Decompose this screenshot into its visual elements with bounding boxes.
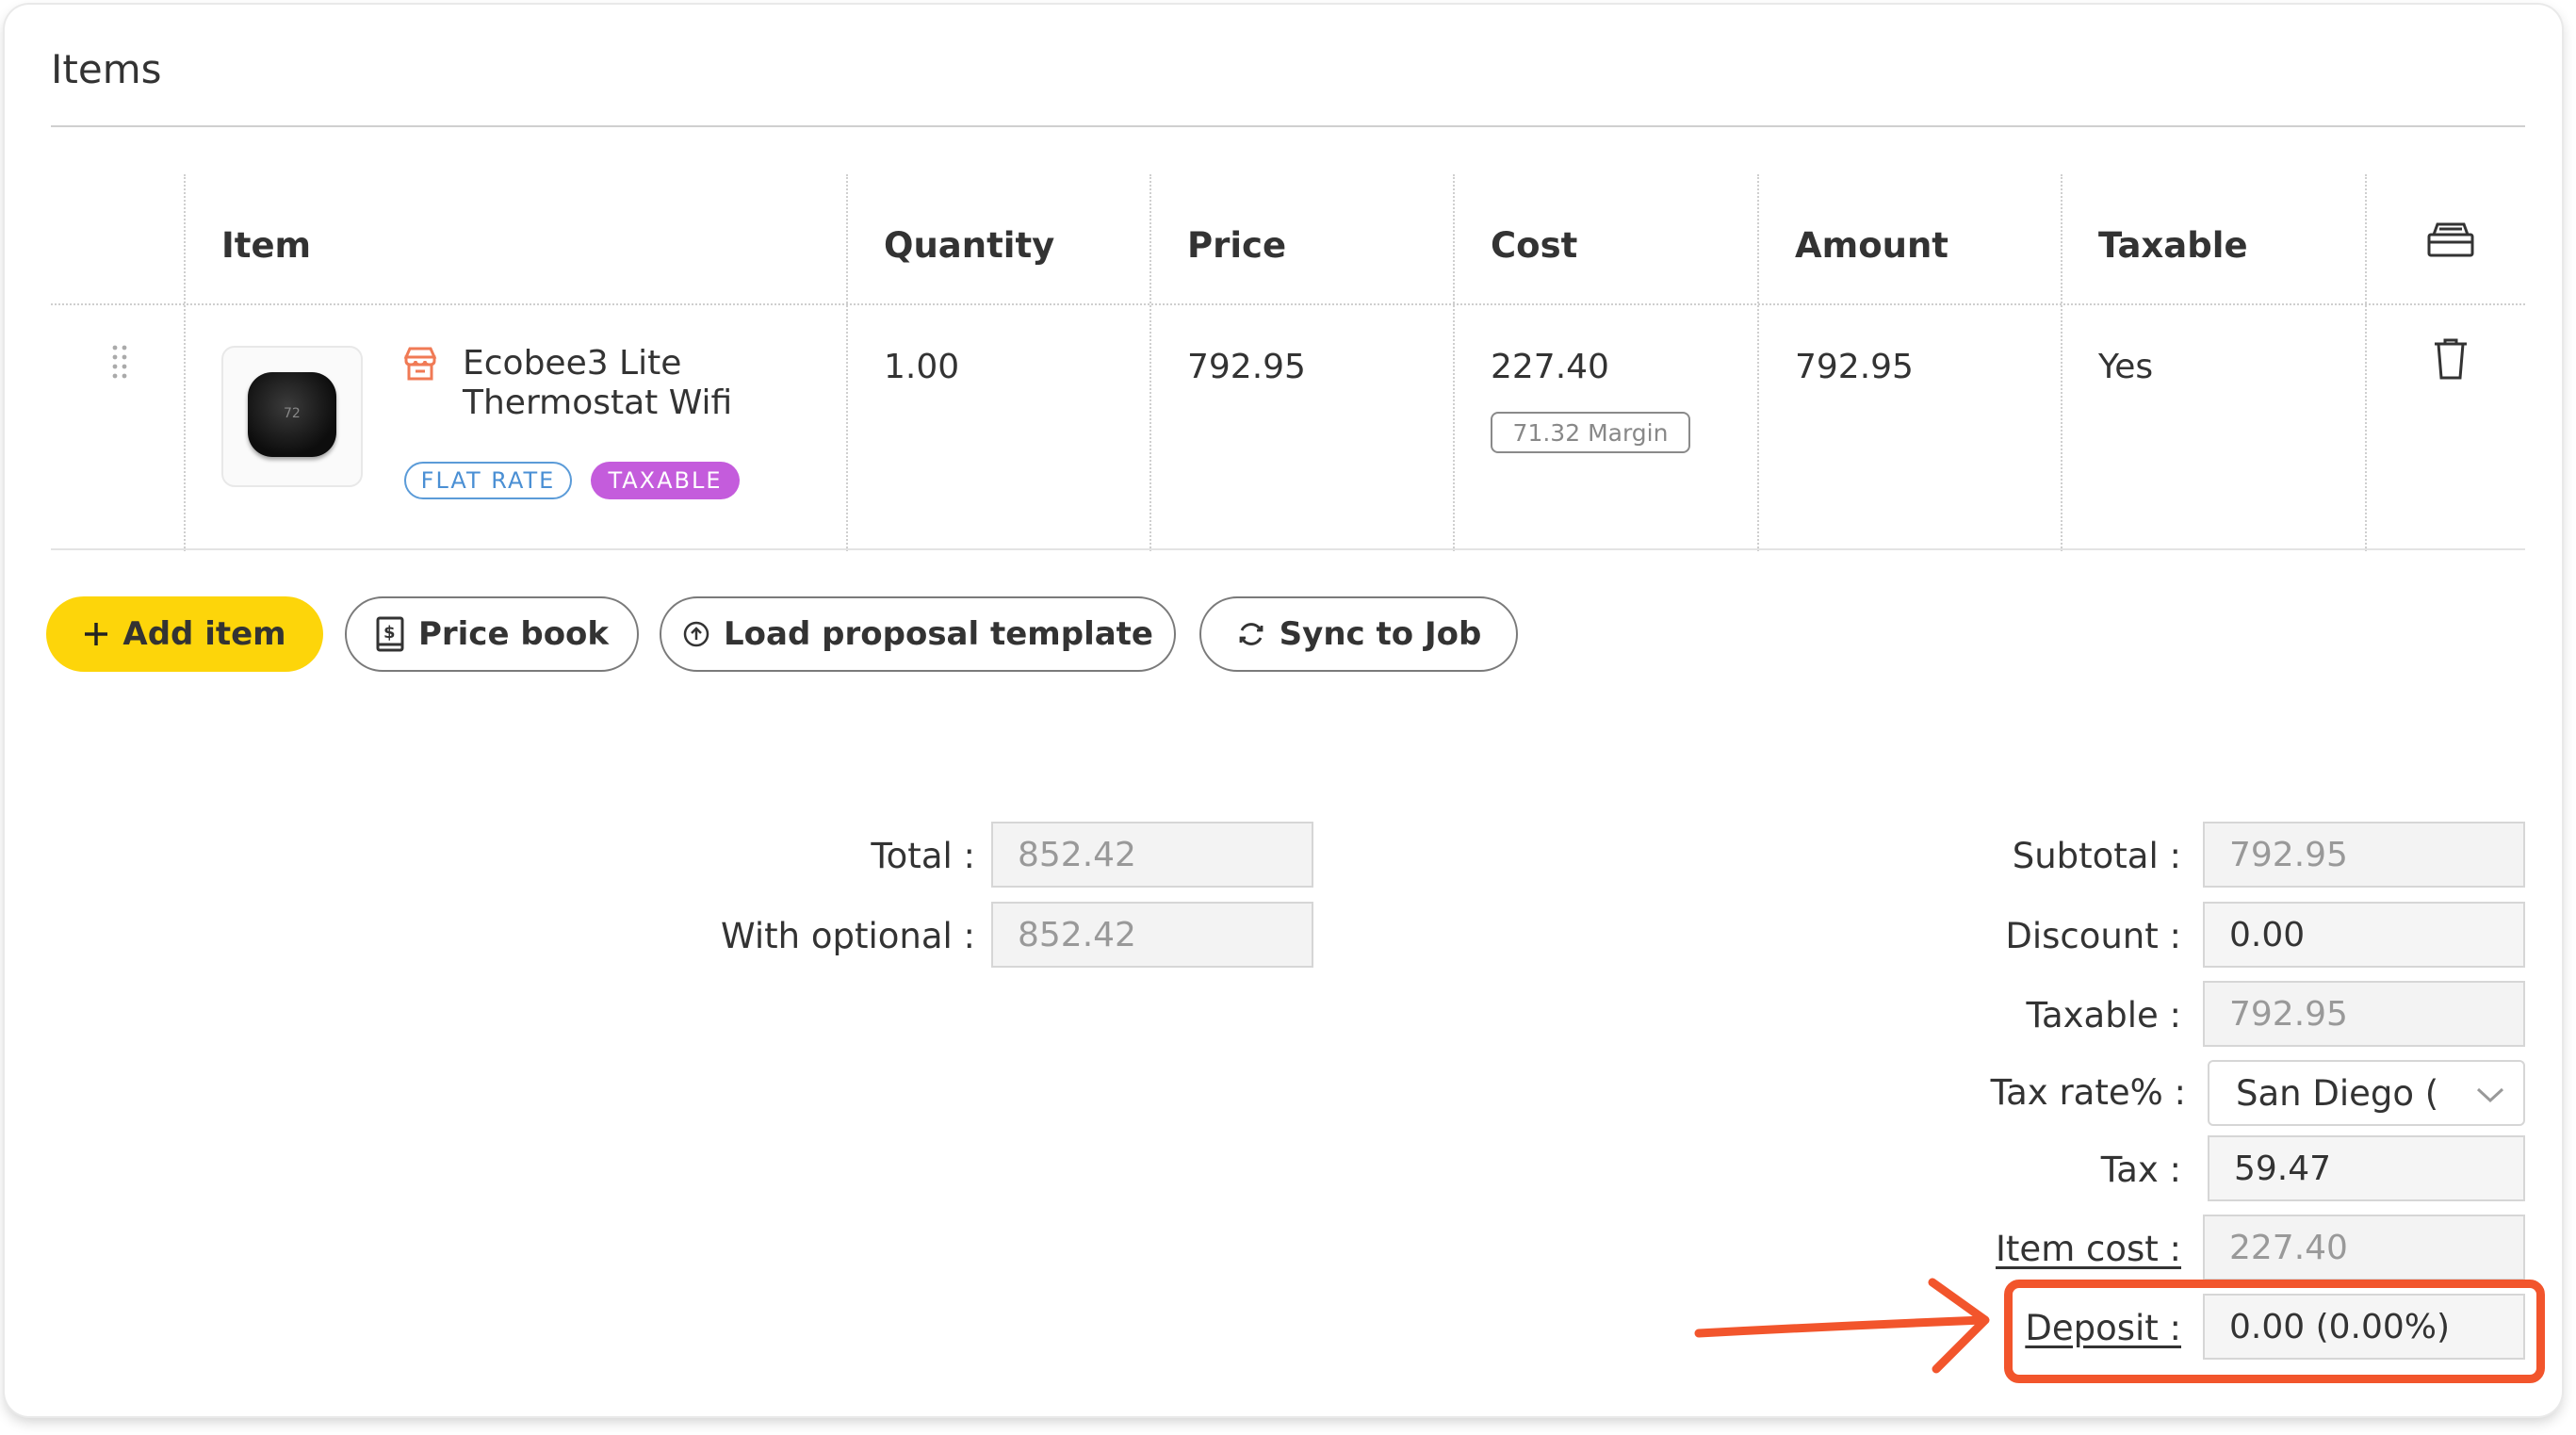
plus-icon <box>85 623 108 645</box>
tax-label: Tax : <box>2100 1150 2181 1190</box>
load-proposal-template-button[interactable]: Load proposal template <box>660 596 1176 672</box>
item-amount: 792.95 <box>1795 348 1914 386</box>
table-divider <box>184 174 186 551</box>
tax-rate-select[interactable]: San Diego ( <box>2208 1060 2525 1126</box>
thermostat-image: 72 <box>248 372 336 457</box>
header-price: Price <box>1187 225 1287 266</box>
archive-icon[interactable] <box>2426 221 2475 263</box>
upload-circle-icon <box>683 621 709 647</box>
taxable-field: 792.95 <box>2203 981 2525 1047</box>
discount-label: Discount : <box>2005 916 2181 956</box>
item-cost-link[interactable]: Item cost : <box>1870 1229 2181 1269</box>
tax-rate-label: Tax rate% : <box>1990 1072 2186 1113</box>
table-divider <box>1149 174 1151 551</box>
table-divider <box>2365 174 2367 551</box>
with-optional-label: With optional : <box>721 916 975 956</box>
discount-input[interactable]: 0.00 <box>2203 902 2525 968</box>
item-quantity[interactable]: 1.00 <box>884 348 959 386</box>
total-label: Total : <box>871 836 975 876</box>
deposit-highlight-box <box>2004 1280 2545 1383</box>
header-cost: Cost <box>1491 225 1578 266</box>
item-cost-field: 227.40 <box>2203 1215 2525 1280</box>
subtotal-label: Subtotal : <box>2012 836 2181 876</box>
item-name[interactable]: Ecobee3 Lite Thermostat Wifi <box>463 344 732 423</box>
table-divider <box>2061 174 2062 551</box>
tax-input[interactable]: 59.47 <box>2208 1135 2525 1201</box>
sync-icon <box>1239 623 1264 645</box>
svg-text:$: $ <box>383 623 396 643</box>
table-divider <box>846 174 848 551</box>
flat-rate-badge: FLAT RATE <box>404 462 572 499</box>
chevron-down-icon <box>2476 1087 2504 1103</box>
item-thumbnail: 72 <box>221 346 363 487</box>
price-book-button[interactable]: $ Price book <box>345 596 639 672</box>
trash-icon[interactable] <box>2432 336 2470 385</box>
item-price[interactable]: 792.95 <box>1187 348 1306 386</box>
header-item: Item <box>221 225 312 266</box>
header-quantity: Quantity <box>884 225 1055 266</box>
sync-to-job-button[interactable]: Sync to Job <box>1199 596 1518 672</box>
subtotal-field: 792.95 <box>2203 822 2525 888</box>
items-card: Items Item Quantity Price Cost Amount Ta… <box>5 5 2562 1416</box>
drag-handle-icon[interactable] <box>110 344 129 385</box>
header-taxable: Taxable <box>2098 225 2248 266</box>
price-book-icon: $ <box>376 616 404 652</box>
total-field: 852.42 <box>991 822 1313 888</box>
title-divider <box>51 125 2525 127</box>
header-amount: Amount <box>1795 225 1948 266</box>
table-divider <box>1757 174 1759 551</box>
store-icon <box>402 346 438 385</box>
margin-badge: 71.32 Margin <box>1491 412 1690 453</box>
item-taxable[interactable]: Yes <box>2098 348 2153 386</box>
taxable-badge: TAXABLE <box>591 462 740 499</box>
add-item-button[interactable]: Add item <box>46 596 323 672</box>
table-header-rule <box>51 303 2525 305</box>
table-row-rule <box>51 548 2525 550</box>
arrow-annotation <box>1691 1277 2002 1384</box>
with-optional-field: 852.42 <box>991 902 1313 968</box>
table-divider <box>1453 174 1455 551</box>
section-title: Items <box>51 46 162 92</box>
taxable-label: Taxable : <box>2026 995 2181 1035</box>
item-cost[interactable]: 227.40 <box>1491 348 1609 386</box>
